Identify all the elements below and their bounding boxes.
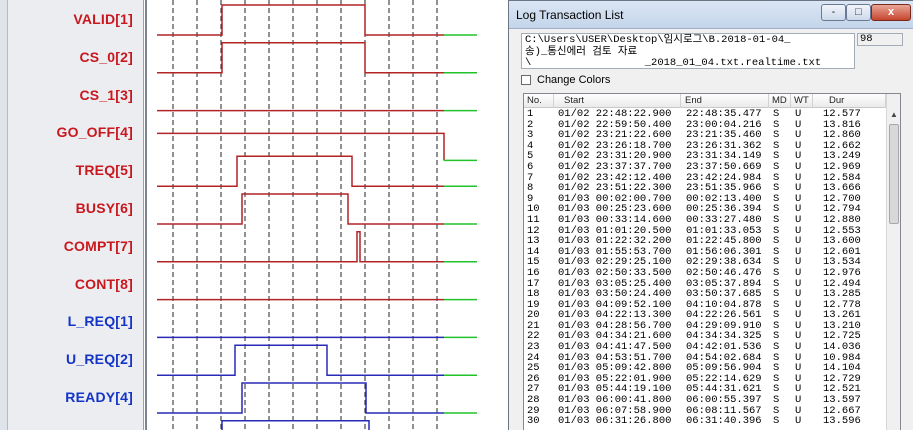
signal-label: CONT[8] bbox=[74, 275, 133, 292]
signal-waveform bbox=[157, 4, 444, 36]
transaction-cell: 02:50:46.476 bbox=[686, 266, 762, 279]
transaction-cell: 01/03 02:50:33.500 bbox=[558, 266, 672, 279]
transaction-cell: 16 bbox=[527, 266, 540, 279]
transaction-cell: 23:37:50.669 bbox=[686, 160, 762, 173]
scrollbar-thumb[interactable] bbox=[889, 124, 899, 224]
signal-label: VALID[1] bbox=[73, 11, 133, 27]
transaction-row[interactable]: 30 01/03 06:31:26.800 06:31:40.396 S U 13.596 bbox=[524, 416, 886, 427]
transaction-row[interactable]: 1 01/02 22:48:22.900 22:48:35.477 S U 12.577 bbox=[524, 109, 886, 120]
change-colors-label: Change Colors bbox=[537, 74, 611, 86]
transaction-cell: 6 bbox=[527, 160, 534, 173]
signal-waveform bbox=[157, 382, 444, 414]
change-colors-checkbox[interactable] bbox=[521, 75, 531, 85]
transaction-cell: U bbox=[795, 266, 802, 279]
transaction-cell: 01/03 06:31:26.800 bbox=[558, 415, 672, 428]
transaction-row[interactable]: 11 01/03 00:33:14.600 00:33:27.480 S U 12.880 bbox=[524, 215, 886, 226]
left-edge-strip bbox=[0, 0, 8, 430]
scroll-up-arrow-icon[interactable]: ▲ bbox=[888, 109, 900, 121]
log-file-path-field[interactable]: C:\Users\USER\Desktop\임시로그\B.2018-01-04_… bbox=[521, 33, 855, 69]
transaction-cell: U bbox=[795, 213, 802, 226]
transaction-cell: U bbox=[795, 415, 802, 428]
timing-diagram-panel[interactable] bbox=[145, 0, 508, 430]
transaction-cell: 01/03 00:33:14.600 bbox=[558, 213, 672, 226]
signal-label: U_REQ[2] bbox=[66, 351, 133, 368]
window-title-bar[interactable]: Log Transaction List - □ x bbox=[509, 1, 913, 29]
change-colors-option[interactable]: Change Colors bbox=[521, 73, 610, 87]
app-root: VALID[1] CS_0[2] CS_1[3] GO_OFF[4] TREQ[5] BU… bbox=[0, 0, 913, 430]
signal-waveform bbox=[157, 42, 444, 74]
transaction-cell: U bbox=[795, 108, 802, 120]
transaction-cell: 12.976 bbox=[823, 266, 861, 279]
transaction-cell: 06:31:40.396 bbox=[686, 415, 762, 428]
signal-label: CS_0[2] bbox=[79, 48, 133, 65]
transaction-cell: 30 bbox=[527, 415, 540, 428]
transaction-count-field: 98 bbox=[857, 33, 903, 46]
column-header-dur[interactable]: Dur bbox=[813, 94, 886, 108]
transaction-cell: 22:48:35.477 bbox=[686, 108, 762, 120]
maximize-button[interactable]: □ bbox=[846, 4, 871, 21]
signal-label: GO_OFF[4] bbox=[56, 124, 133, 141]
column-header-no[interactable]: No. bbox=[524, 94, 554, 108]
signal-label: READY[4] bbox=[65, 389, 133, 405]
transaction-list[interactable]: No. Start End MD WT Dur 1 01/02 22:48:22.… bbox=[523, 93, 901, 430]
transaction-cell: 12.880 bbox=[823, 213, 861, 226]
path-line: C:\Users\USER\Desktop\임시로그\B.2018-01-04_ bbox=[525, 34, 791, 46]
transaction-cell: 00:33:27.480 bbox=[686, 213, 762, 226]
transaction-row[interactable]: 16 01/03 02:50:33.500 02:50:46.476 S U 12.976 bbox=[524, 268, 886, 279]
transaction-rows: 1 01/02 22:48:22.900 22:48:35.477 S U 12.577 2… bbox=[524, 109, 886, 427]
signal-waveform bbox=[157, 155, 444, 187]
transaction-cell: 01/02 22:48:22.900 bbox=[558, 108, 672, 120]
path-line: \ _2018_01_04.txt.realtime.txt bbox=[525, 57, 822, 69]
transaction-cell: U bbox=[795, 160, 802, 173]
signal-waveform bbox=[157, 193, 444, 225]
signal-label: CS_1[3] bbox=[79, 86, 133, 103]
vertical-scrollbar[interactable]: ▲ bbox=[886, 94, 900, 430]
transaction-cell: 12.577 bbox=[823, 108, 861, 120]
transaction-cell: S bbox=[773, 266, 780, 279]
column-header-start[interactable]: Start bbox=[554, 94, 681, 108]
transaction-cell: 13.596 bbox=[823, 415, 861, 428]
signal-label: L_REQ[1] bbox=[67, 313, 133, 330]
minimize-button[interactable]: - bbox=[821, 4, 846, 21]
transaction-cell: S bbox=[773, 160, 780, 173]
column-header-wt[interactable]: WT bbox=[791, 94, 813, 108]
signal-waveform bbox=[157, 231, 444, 263]
transaction-cell: 01/02 23:37:37.700 bbox=[558, 160, 672, 173]
column-header-md[interactable]: MD bbox=[769, 94, 791, 108]
signal-waveform bbox=[221, 420, 370, 430]
transaction-cell: S bbox=[773, 415, 780, 428]
timing-diagram-canvas bbox=[157, 0, 477, 430]
signal-waveform bbox=[157, 344, 444, 376]
transaction-cell: 11 bbox=[527, 213, 540, 226]
transaction-cell: S bbox=[773, 108, 780, 120]
signal-label: BUSY[6] bbox=[75, 200, 133, 216]
log-transaction-window: Log Transaction List - □ x C:\Users\USER… bbox=[508, 0, 913, 430]
transaction-row[interactable]: 6 01/02 23:37:37.700 23:37:50.669 S U 12.969 bbox=[524, 162, 886, 173]
close-button[interactable]: x bbox=[871, 4, 911, 21]
signal-label: TREQ[5] bbox=[75, 162, 133, 179]
signal-label-column: VALID[1] CS_0[2] CS_1[3] GO_OFF[4] TREQ[5] BU… bbox=[8, 0, 144, 430]
transaction-cell: S bbox=[773, 213, 780, 226]
signal-label: COMPT[7] bbox=[63, 237, 133, 254]
transaction-list-header: No. Start End MD WT Dur bbox=[524, 94, 900, 108]
transaction-cell: 1 bbox=[527, 108, 534, 120]
column-header-end[interactable]: End bbox=[681, 94, 769, 108]
transaction-cell: 12.969 bbox=[823, 160, 861, 173]
window-title: Log Transaction List bbox=[516, 8, 624, 22]
